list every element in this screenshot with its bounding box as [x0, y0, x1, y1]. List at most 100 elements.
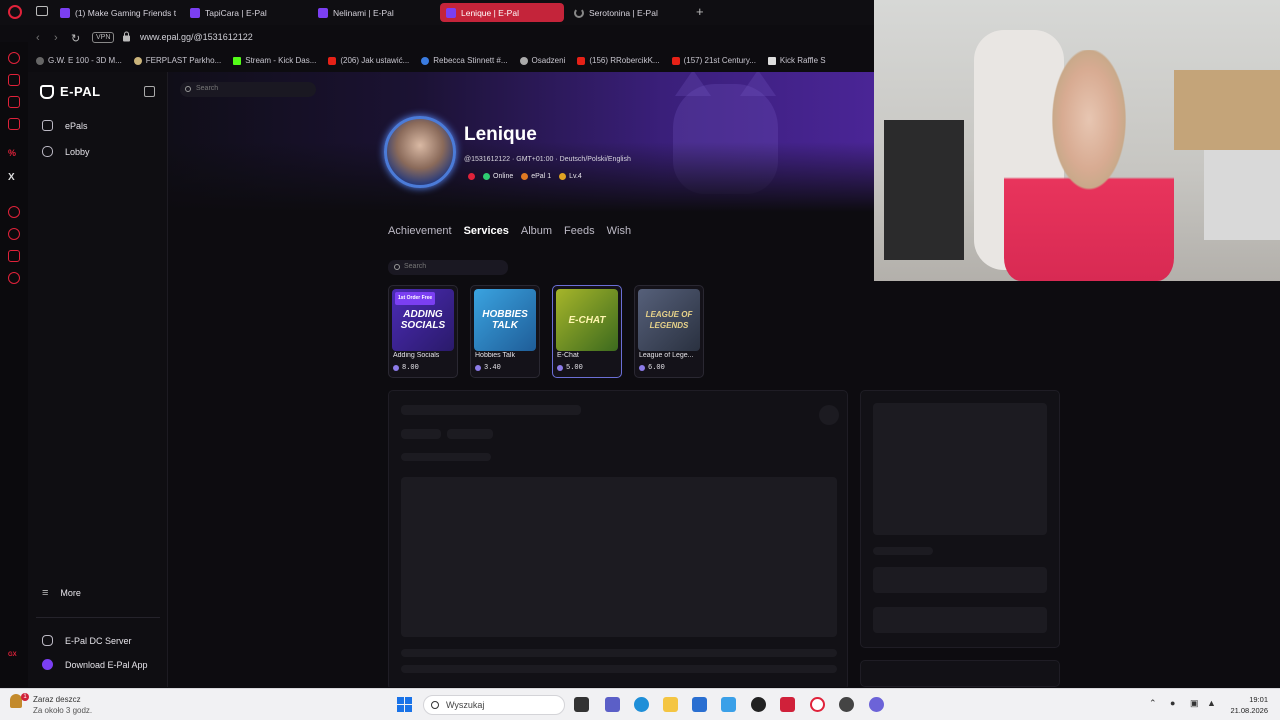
back-icon[interactable]: ‹ — [36, 32, 40, 44]
gamepad-icon — [42, 146, 53, 157]
percent-icon[interactable]: % — [8, 148, 20, 160]
epal-logo[interactable]: E-PAL — [40, 84, 101, 99]
opera-icon[interactable] — [810, 697, 825, 712]
url-field[interactable]: www.epal.gg/@1531612122 — [140, 32, 253, 42]
tab-achievement[interactable]: Achievement — [388, 225, 452, 237]
bookmark-item[interactable]: Stream - Kick Das... — [233, 56, 316, 65]
youtube-icon — [671, 56, 680, 65]
sidebar-more[interactable]: ≡ More — [42, 587, 81, 599]
bookmark-item[interactable]: Osadzeni — [519, 56, 565, 65]
tab-album[interactable]: Album — [521, 225, 552, 237]
new-tab-icon[interactable]: + — [696, 5, 704, 19]
thumb-text: HOBBIES TALK — [482, 309, 528, 331]
app-icon[interactable] — [839, 697, 854, 712]
loading-spinner-icon — [574, 7, 584, 18]
service-card[interactable]: LEAGUE OF LEGENDS League of Lege... 6.00 — [634, 285, 704, 378]
skeleton-line — [401, 665, 837, 673]
browser-tab[interactable]: TapiCara | E-Pal — [184, 3, 306, 22]
site-search-input[interactable]: Search — [180, 82, 316, 97]
browser-tab[interactable]: (1) Make Gaming Friends th — [54, 3, 176, 22]
aria-icon[interactable] — [8, 52, 20, 64]
settings-icon[interactable] — [8, 272, 20, 284]
tab-wish[interactable]: Wish — [607, 225, 631, 237]
search-icon — [185, 86, 191, 92]
task-view-icon[interactable] — [574, 697, 589, 712]
microphone-icon[interactable]: ● — [1170, 698, 1175, 708]
clock-icon[interactable] — [8, 228, 20, 240]
collapse-sidebar-icon[interactable] — [144, 86, 155, 97]
taskbar-search-input[interactable]: Wyszukaj — [423, 695, 565, 715]
search-placeholder: Wyszukaj — [446, 700, 485, 710]
messenger-icon[interactable] — [8, 74, 20, 86]
bookmark-favicon-icon — [36, 56, 44, 65]
browser-tab[interactable]: Nelinami | E-Pal — [312, 3, 434, 22]
coin-icon — [557, 365, 563, 371]
skeleton-line — [401, 429, 441, 439]
bookmark-item[interactable]: (157) 21st Century... — [671, 56, 756, 65]
tab-feeds[interactable]: Feeds — [564, 225, 595, 237]
profile-meta: @1531612122 · GMT+01:00 · Deutsch/Polski… — [464, 156, 631, 163]
bookmark-item[interactable]: (206) Jak ustawić... — [328, 56, 409, 65]
browser-tab-active[interactable]: Lenique | E-Pal — [440, 3, 564, 22]
vpn-badge[interactable]: VPN — [92, 32, 115, 43]
tab-services[interactable]: Services — [464, 225, 509, 237]
app-icon[interactable] — [721, 697, 736, 712]
bookmark-item[interactable]: Rebecca Stinnett #... — [421, 56, 508, 65]
instagram-icon[interactable] — [8, 96, 20, 108]
service-title: Hobbies Talk — [475, 352, 515, 359]
reload-icon[interactable]: ↻ — [71, 32, 80, 45]
file-explorer-icon[interactable] — [663, 697, 678, 712]
forward-icon[interactable]: › — [54, 32, 58, 44]
epal-icon — [42, 120, 53, 131]
service-card[interactable]: HOBBIES TALK Hobbies Talk 3.40 — [470, 285, 540, 378]
bookmark-item[interactable]: (156) RRobercikK... — [577, 56, 660, 65]
avatar[interactable] — [384, 116, 456, 188]
sidebar-item-discord[interactable]: E-Pal DC Server — [42, 635, 132, 646]
address-bar: ‹ › ↻ VPN www.epal.gg/@1531612122 — [28, 27, 874, 50]
skeleton-line — [401, 649, 837, 657]
edge-icon[interactable] — [634, 697, 649, 712]
sidebar-item-download-app[interactable]: Download E-Pal App — [42, 659, 148, 670]
sidebar-item-lobby[interactable]: Lobby — [42, 146, 90, 157]
thumb-text: E-CHAT — [568, 314, 606, 326]
x-twitter-icon[interactable]: X — [8, 172, 20, 184]
browser-tab[interactable]: Serotonina | E-Pal — [568, 3, 690, 22]
opera-logo-icon[interactable] — [8, 5, 22, 19]
service-card-selected[interactable]: E-CHAT E-Chat 5.00 — [552, 285, 622, 378]
bookmark-item[interactable]: G.W. E 100 - 3D M... — [36, 56, 122, 65]
weather-title: Zaraz deszcz — [33, 695, 81, 704]
chevron-up-icon[interactable]: ⌃ — [1149, 698, 1157, 709]
history-icon[interactable] — [8, 206, 20, 218]
bookmark-item[interactable]: FERPLAST Parkho... — [133, 56, 222, 65]
extensions-icon[interactable] — [8, 250, 20, 262]
discord-icon[interactable] — [869, 697, 884, 712]
teams-icon[interactable] — [605, 697, 620, 712]
app-icon[interactable] — [751, 697, 766, 712]
music-icon[interactable] — [8, 118, 20, 130]
taskbar-clock[interactable]: 19:01 21.08.2026 — [1224, 694, 1268, 716]
status-badge: Online — [483, 173, 513, 180]
level-badge: Lv.4 — [559, 173, 582, 180]
gx-icon[interactable]: GX — [8, 652, 17, 658]
service-card[interactable]: 1st Order Free ADDING SOCIALS Adding Soci… — [388, 285, 458, 378]
profile-tabs: Achievement Services Album Feeds Wish — [388, 225, 631, 237]
store-icon[interactable] — [692, 697, 707, 712]
bookmark-favicon-icon — [421, 56, 430, 65]
sidebar-item-epals[interactable]: ePals — [42, 120, 88, 131]
coin-icon — [639, 365, 645, 371]
opera-gx-icon[interactable] — [780, 697, 795, 712]
webcam-background — [1204, 150, 1280, 240]
tab-menu-icon[interactable] — [36, 6, 48, 16]
windows-start-icon[interactable] — [397, 697, 412, 712]
loading-side-panel — [860, 660, 1060, 687]
weather-widget[interactable]: Zaraz deszcz Za około 3 godz. — [33, 694, 92, 716]
volume-icon[interactable]: ▲ — [1207, 698, 1216, 708]
service-price: 6.00 — [639, 364, 665, 372]
bookmarks-bar: G.W. E 100 - 3D M... FERPLAST Parkho... … — [28, 52, 874, 69]
bookmark-item[interactable]: Kick Raffle S — [767, 56, 826, 65]
epal-level-text: ePal 1 — [531, 173, 552, 180]
network-icon[interactable]: ▣ — [1190, 698, 1199, 709]
bookmark-label: FERPLAST Parkho... — [145, 56, 222, 65]
epal-level-badge: ePal 1 — [521, 173, 551, 180]
services-search-input[interactable]: Search — [388, 260, 508, 275]
